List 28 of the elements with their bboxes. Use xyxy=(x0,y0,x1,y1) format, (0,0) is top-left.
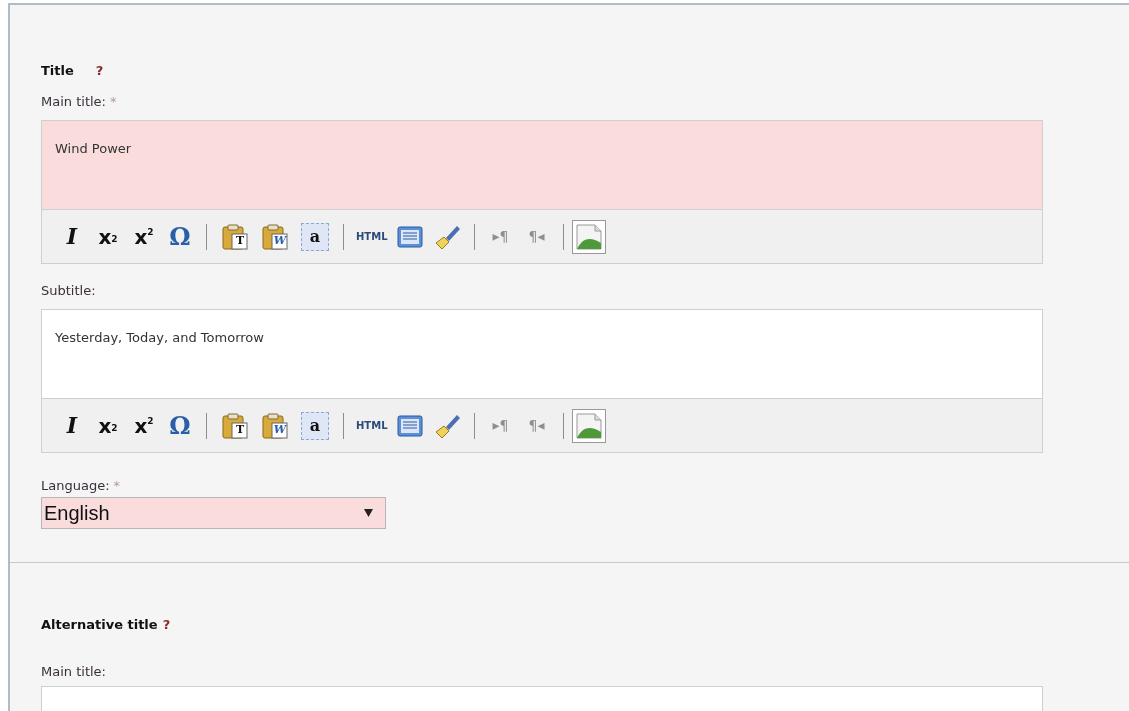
select-all-button[interactable]: a xyxy=(301,411,329,440)
paste-word-button[interactable]: W xyxy=(255,219,295,254)
section-heading: Title xyxy=(41,62,74,80)
paste-text-button[interactable]: T xyxy=(215,219,255,254)
superscript-button[interactable]: x$^{2}$ xyxy=(126,408,162,443)
editor-text-area[interactable]: Yesterday, Today, and Tomorrow xyxy=(42,310,1042,398)
source-button[interactable]: HTML xyxy=(352,219,392,254)
section-heading: Alternative title xyxy=(41,616,158,634)
image-button[interactable] xyxy=(571,408,606,443)
help-link[interactable]: ? xyxy=(162,615,171,635)
paste-word-button[interactable]: W xyxy=(255,408,295,443)
help-link[interactable]: ? xyxy=(95,61,104,81)
special-character-button[interactable]: Ω xyxy=(162,219,198,254)
special-character-button[interactable]: Ω xyxy=(162,408,198,443)
dropdown-arrow-icon xyxy=(364,509,373,517)
image-button[interactable] xyxy=(571,219,606,254)
paste-text-button[interactable]: T xyxy=(215,408,255,443)
editor-text-area[interactable]: Wind Power xyxy=(42,121,1042,209)
language-dropdown[interactable]: English xyxy=(41,497,386,529)
field-label: Main title: xyxy=(41,663,107,681)
source-button[interactable]: HTML xyxy=(352,408,392,443)
field-label: Language: * xyxy=(41,477,122,495)
italic-button[interactable]: I xyxy=(54,219,90,254)
field-label: Subtitle: xyxy=(41,282,97,300)
field-label: Main title: * xyxy=(41,93,118,111)
superscript-button[interactable]: x$^{2}$ xyxy=(126,219,162,254)
italic-button[interactable]: I xyxy=(54,408,90,443)
select-all-button[interactable]: a xyxy=(301,222,329,251)
